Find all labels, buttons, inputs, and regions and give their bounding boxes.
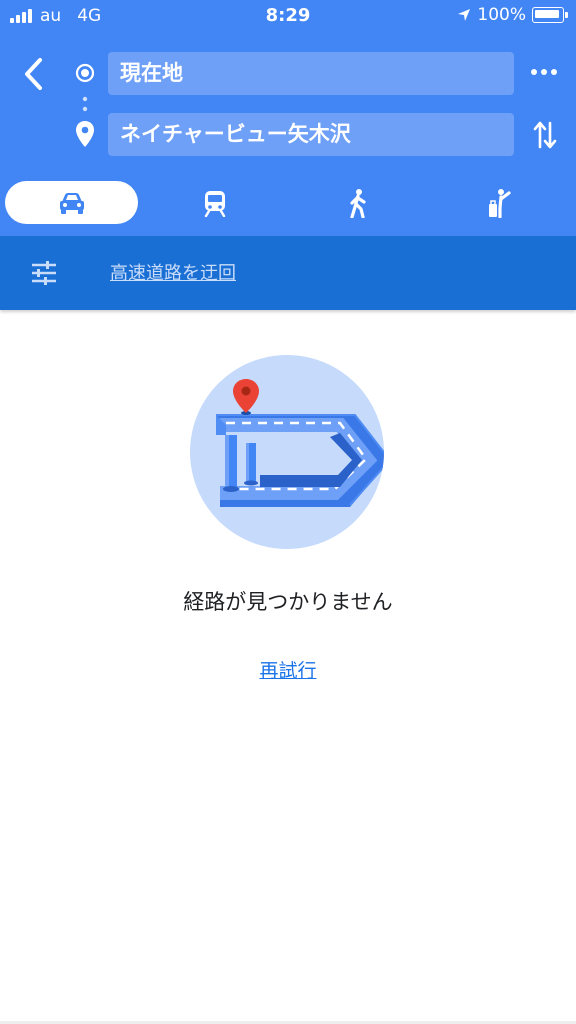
- retry-link[interactable]: 再試行: [259, 660, 316, 682]
- tab-drive[interactable]: [5, 181, 138, 224]
- tab-transit[interactable]: [180, 181, 250, 224]
- swap-directions-icon[interactable]: [532, 119, 558, 151]
- train-icon: [204, 190, 226, 217]
- tab-ride[interactable]: [465, 181, 535, 224]
- car-icon: [59, 192, 84, 214]
- status-right: 100%: [457, 5, 568, 25]
- route-options-bar: 高速道路を迂回: [0, 236, 576, 310]
- destination-field[interactable]: ネイチャービュー矢木沢: [108, 113, 514, 156]
- battery-percent: 100%: [477, 5, 526, 25]
- battery-icon: [532, 7, 568, 23]
- no-route-message: 経路が見つかりません: [183, 590, 393, 614]
- ride-hail-icon: [489, 188, 511, 218]
- tab-walk[interactable]: [323, 181, 393, 224]
- chevron-left-icon: [25, 58, 42, 90]
- status-bar: au 4G 8:29 100%: [0, 0, 576, 32]
- avoid-highways-link[interactable]: 高速道路を迂回: [110, 259, 236, 285]
- more-options-icon[interactable]: [530, 64, 558, 80]
- back-button[interactable]: [18, 56, 50, 92]
- location-arrow-icon: [458, 9, 471, 21]
- directions-header: au 4G 8:29 100% 現在地 ネイチャービュー矢木沢: [0, 0, 576, 236]
- tune-icon[interactable]: [30, 261, 58, 285]
- no-route-illustration: [190, 355, 384, 549]
- walk-icon: [350, 188, 366, 218]
- origin-dot-icon: [75, 63, 95, 83]
- origin-field[interactable]: 現在地: [108, 52, 514, 95]
- route-connector-dots-icon: [82, 96, 88, 112]
- destination-pin-icon: [76, 121, 94, 147]
- retry-row: 再試行: [0, 656, 576, 683]
